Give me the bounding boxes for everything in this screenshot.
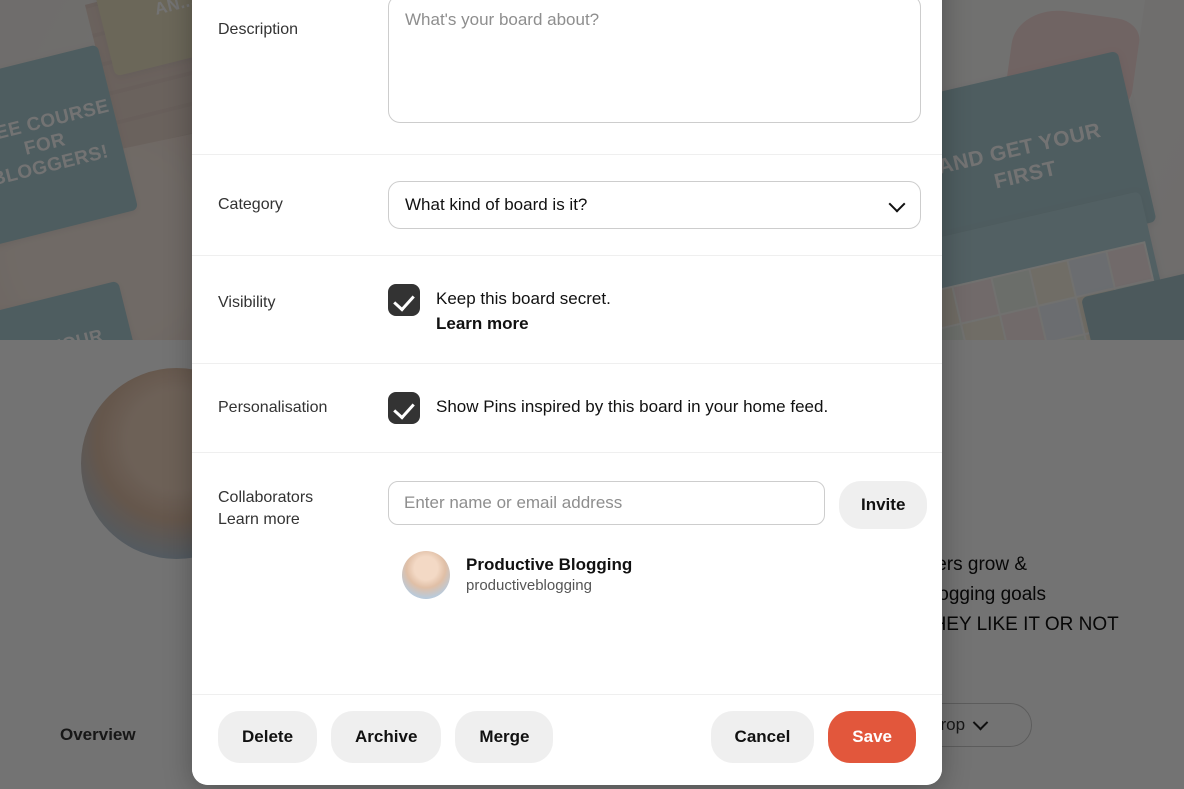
visibility-description: Keep this board secret. (436, 289, 611, 308)
screen: FREE COURSE FOR BLOGGERS! GROW YOUR BLOG… (0, 0, 1184, 789)
row-category: Category What kind of board is it? (192, 154, 942, 255)
personalisation-check-line: Show Pins inspired by this board in your… (388, 392, 916, 424)
collaborator-name: Productive Blogging (466, 555, 633, 574)
collaborator-invite-line: Invite (388, 481, 928, 529)
row-collaborators: Collaborators Learn more Invite Producti… (192, 452, 942, 633)
description-input[interactable] (388, 0, 921, 123)
personalisation-text: Show Pins inspired by this board in your… (436, 397, 829, 416)
category-field: What kind of board is it? (388, 181, 921, 229)
collaborators-learn-more-link[interactable]: Learn more (218, 509, 388, 531)
description-field (388, 0, 921, 128)
collaborators-field: Invite Productive Blogging productiveblo… (388, 481, 928, 599)
visibility-field: Keep this board secret. Learn more (388, 284, 916, 335)
personalisation-field: Show Pins inspired by this board in your… (388, 392, 916, 424)
avatar (402, 551, 450, 599)
modal-footer: Delete Archive Merge Cancel Save (192, 694, 942, 785)
invite-button[interactable]: Invite (839, 481, 928, 529)
modal-body: Description Category What kind of board … (192, 0, 942, 694)
row-description: Description (192, 0, 942, 154)
collaborator-list-item[interactable]: Productive Blogging productiveblogging (402, 551, 927, 599)
collaborators-label: Collaborators Learn more (218, 481, 388, 531)
visibility-learn-more-link[interactable]: Learn more (436, 312, 611, 335)
row-visibility: Visibility Keep this board secret. Learn… (192, 255, 942, 363)
collaborator-search-input[interactable] (388, 481, 825, 525)
description-label: Description (218, 21, 299, 38)
visibility-label: Visibility (218, 294, 276, 311)
collaborator-info: Productive Blogging productiveblogging (466, 554, 632, 596)
category-label: Category (218, 196, 283, 213)
visibility-text: Keep this board secret. Learn more (436, 284, 611, 335)
cancel-button[interactable]: Cancel (710, 711, 815, 763)
edit-board-modal: Description Category What kind of board … (192, 0, 942, 785)
checkbox-checked-icon[interactable] (388, 392, 420, 424)
visibility-check-line: Keep this board secret. Learn more (388, 284, 916, 335)
archive-button[interactable]: Archive (331, 711, 442, 763)
collaborator-handle: productiveblogging (466, 577, 592, 594)
personalisation-label: Personalisation (218, 399, 328, 416)
delete-button[interactable]: Delete (218, 711, 318, 763)
category-selected-value: What kind of board is it? (405, 195, 588, 214)
category-select-wrap: What kind of board is it? (388, 181, 921, 229)
merge-button[interactable]: Merge (455, 711, 554, 763)
category-select[interactable]: What kind of board is it? (388, 181, 921, 229)
checkbox-checked-icon[interactable] (388, 284, 420, 316)
collaborators-label-text: Collaborators (218, 489, 314, 506)
row-personalisation: Personalisation Show Pins inspired by th… (192, 363, 942, 452)
save-button[interactable]: Save (828, 711, 916, 763)
